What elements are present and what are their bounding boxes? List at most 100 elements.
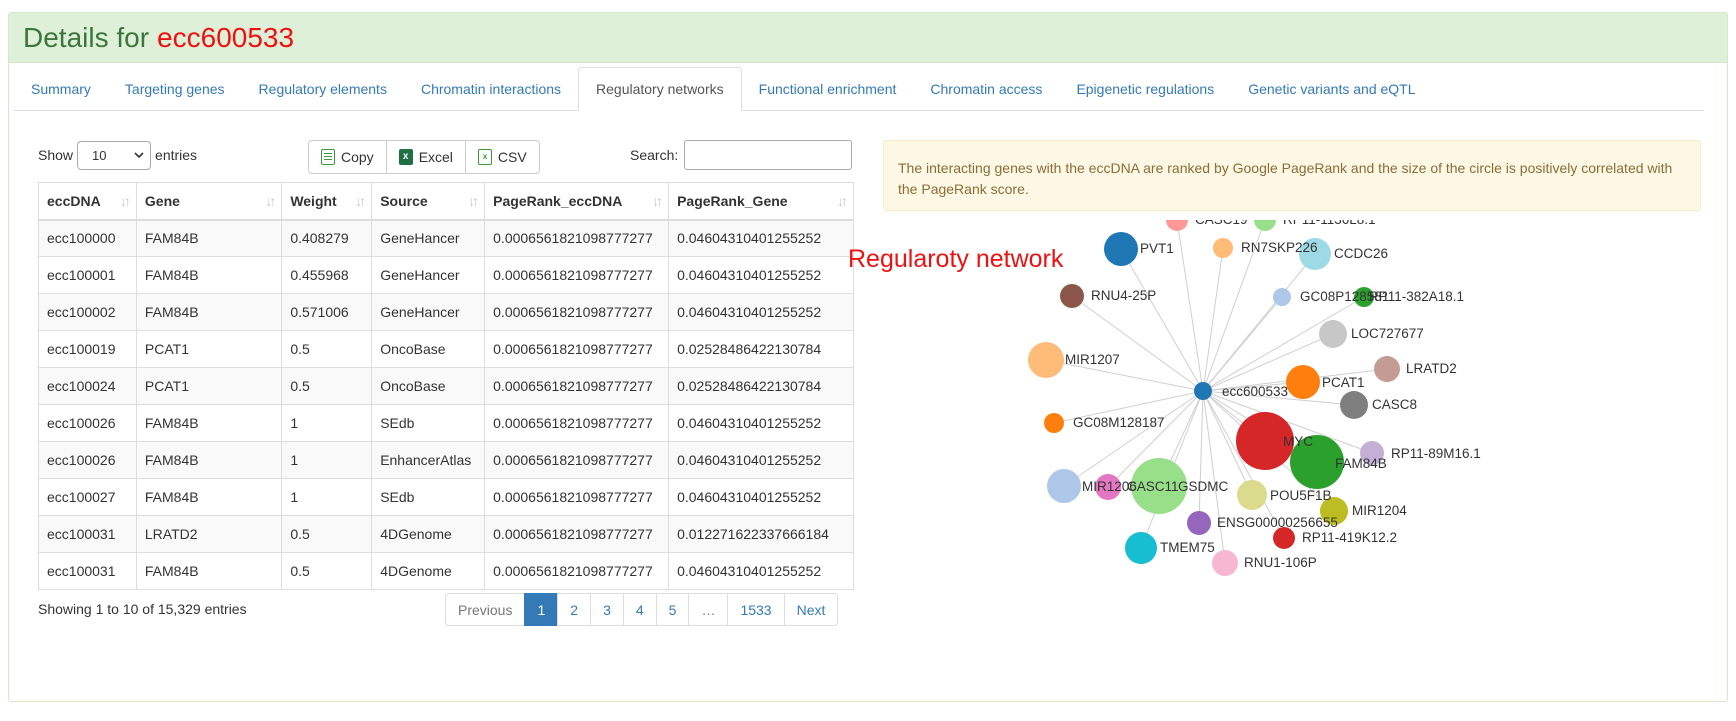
next-page-button[interactable]: Next bbox=[783, 593, 839, 626]
column-header-eccdna[interactable]: eccDNA ↓↑ bbox=[38, 182, 137, 221]
network-node-label: ENSG00000256655 bbox=[1217, 515, 1338, 530]
network-node[interactable] bbox=[1374, 356, 1400, 382]
table-cell: 0.0006561821098777277 bbox=[484, 219, 670, 257]
table-cell: GeneHancer bbox=[371, 219, 486, 257]
network-node-label: POU5F1B bbox=[1270, 488, 1332, 503]
column-header-source[interactable]: Source ↓↑ bbox=[371, 182, 486, 221]
table-cell: 0.0006561821098777277 bbox=[484, 256, 670, 294]
table-cell: 0.02528486422130784 bbox=[668, 367, 854, 405]
network-center-label: ecc600533 bbox=[1222, 384, 1288, 399]
network-node[interactable] bbox=[1044, 413, 1064, 433]
tab-summary[interactable]: Summary bbox=[14, 67, 108, 110]
table-cell: 1 bbox=[281, 404, 373, 442]
table-cell: ecc100001 bbox=[38, 256, 137, 294]
network-node[interactable] bbox=[1187, 511, 1211, 535]
tab-epigenetic-regulations[interactable]: Epigenetic regulations bbox=[1059, 67, 1231, 110]
entries-select[interactable]: 10 bbox=[77, 140, 152, 170]
network-center-node[interactable] bbox=[1194, 382, 1212, 400]
tab-bar: Summary Targeting genes Regulatory element… bbox=[14, 66, 1704, 111]
network-node[interactable] bbox=[1273, 288, 1291, 306]
excel-icon: x bbox=[398, 149, 413, 165]
tab-genetic-variants-and-eqtl[interactable]: Genetic variants and eQTL bbox=[1231, 67, 1432, 110]
table-cell: ecc100026 bbox=[38, 404, 137, 442]
table-cell: FAM84B bbox=[135, 219, 283, 257]
table-row: ecc100019 PCAT1 0.5 OncoBase 0.0006561821098… bbox=[38, 330, 854, 368]
table-cell: 0.04604310401255252 bbox=[668, 404, 854, 442]
table-cell: ecc100026 bbox=[38, 441, 137, 479]
table-cell: FAM84B bbox=[135, 256, 283, 294]
network-node[interactable] bbox=[1104, 232, 1138, 266]
page-title: Details for ecc600533 bbox=[9, 13, 1727, 63]
table-cell: FAM84B bbox=[135, 441, 283, 479]
export-buttons: Copy x Excel x CSV bbox=[308, 140, 540, 174]
table-row: ecc100024 PCAT1 0.5 OncoBase 0.0006561821098… bbox=[38, 367, 854, 405]
tab-regulatory-networks[interactable]: Regulatory networks bbox=[578, 67, 742, 111]
column-header-weight[interactable]: Weight ↓↑ bbox=[281, 182, 373, 221]
network-node-label: TMEM75 bbox=[1160, 540, 1215, 555]
network-node[interactable] bbox=[1340, 391, 1368, 419]
csv-button[interactable]: x CSV bbox=[464, 140, 540, 174]
column-header-label: PageRank_eccDNA bbox=[493, 192, 623, 209]
table-cell: 0.5 bbox=[281, 552, 373, 590]
network-edge bbox=[1071, 295, 1204, 392]
network-node-label: MIR1207 bbox=[1065, 352, 1120, 367]
csv-button-label: CSV bbox=[497, 149, 527, 165]
network-node[interactable] bbox=[1166, 220, 1188, 231]
network-node[interactable] bbox=[1273, 527, 1295, 549]
page-ellipsis: … bbox=[688, 593, 729, 626]
network-node-label: PCAT1 bbox=[1322, 375, 1365, 390]
tab-chromatin-interactions[interactable]: Chromatin interactions bbox=[404, 67, 578, 110]
page-button-4[interactable]: 4 bbox=[622, 593, 657, 626]
regulatory-network-graph[interactable]: CASC19 RP11-1136L8.1 PVT1 RN7SKP226 CCDC26 RN… bbox=[1000, 220, 1520, 660]
tab-targeting-genes[interactable]: Targeting genes bbox=[108, 67, 242, 110]
network-node[interactable] bbox=[1028, 342, 1064, 378]
page-button-3[interactable]: 3 bbox=[590, 593, 624, 626]
network-node-label: CASC8 bbox=[1372, 397, 1417, 412]
page-button-1533[interactable]: 1533 bbox=[727, 593, 785, 626]
page-button-5[interactable]: 5 bbox=[655, 593, 690, 626]
sort-icon: ↓↑ bbox=[837, 193, 848, 209]
copy-button[interactable]: Copy bbox=[308, 140, 387, 174]
table-cell: 0.408279 bbox=[281, 219, 373, 257]
table-cell: LRATD2 bbox=[135, 515, 283, 553]
table-cell: 0.5 bbox=[281, 330, 373, 368]
table-cell: 0.04604310401255252 bbox=[668, 219, 854, 257]
network-node[interactable] bbox=[1254, 220, 1276, 231]
table-info: Showing 1 to 10 of 15,329 entries bbox=[38, 601, 247, 617]
table-cell: FAM84B bbox=[135, 552, 283, 590]
previous-page-button[interactable]: Previous bbox=[445, 593, 526, 626]
column-header-gene[interactable]: Gene ↓↑ bbox=[135, 182, 283, 221]
network-node-label: CASC19 bbox=[1195, 220, 1248, 227]
table-row: ecc100002 FAM84B 0.571006 GeneHancer 0.00065… bbox=[38, 293, 854, 331]
page-button-2[interactable]: 2 bbox=[557, 593, 592, 626]
table-cell: 0.0006561821098777277 bbox=[484, 330, 670, 368]
network-node[interactable] bbox=[1286, 365, 1320, 399]
tab-chromatin-access[interactable]: Chromatin access bbox=[913, 67, 1059, 110]
tab-functional-enrichment[interactable]: Functional enrichment bbox=[742, 67, 914, 110]
network-node[interactable] bbox=[1060, 284, 1084, 308]
column-header-pagerank-gene[interactable]: PageRank_Gene ↓↑ bbox=[668, 182, 854, 221]
network-node[interactable] bbox=[1319, 320, 1347, 348]
column-header-pagerank-eccdna[interactable]: PageRank_eccDNA ↓↑ bbox=[484, 182, 670, 221]
excel-button[interactable]: x Excel bbox=[385, 140, 466, 174]
network-node[interactable] bbox=[1047, 469, 1081, 503]
search-label: Search: bbox=[630, 147, 679, 163]
network-node[interactable] bbox=[1212, 550, 1238, 576]
network-edge bbox=[1202, 390, 1226, 564]
page-title-id: ecc600533 bbox=[157, 21, 295, 53]
network-node-label: MIR1204 bbox=[1352, 503, 1407, 518]
table-header-row: eccDNA ↓↑ Gene ↓↑ Weight ↓↑ Source ↓↑ PageRank_e… bbox=[38, 182, 854, 221]
search-input[interactable] bbox=[684, 140, 853, 170]
network-node-label: FAM84B bbox=[1335, 456, 1387, 471]
network-node-label: RNU4-25P bbox=[1091, 288, 1156, 303]
network-node[interactable] bbox=[1237, 480, 1267, 510]
tab-regulatory-elements[interactable]: Regulatory elements bbox=[242, 67, 404, 110]
table-cell: 0.0006561821098777277 bbox=[484, 441, 670, 479]
page-button-1[interactable]: 1 bbox=[524, 593, 559, 626]
network-edge bbox=[1202, 296, 1283, 392]
network-node[interactable] bbox=[1125, 532, 1157, 564]
network-node[interactable] bbox=[1213, 238, 1233, 258]
table-cell: 0.04604310401255252 bbox=[668, 478, 854, 516]
table-cell: ecc100031 bbox=[38, 515, 137, 553]
table-row: ecc100026 FAM84B 1 SEdb 0.000656182109877727… bbox=[38, 404, 854, 442]
